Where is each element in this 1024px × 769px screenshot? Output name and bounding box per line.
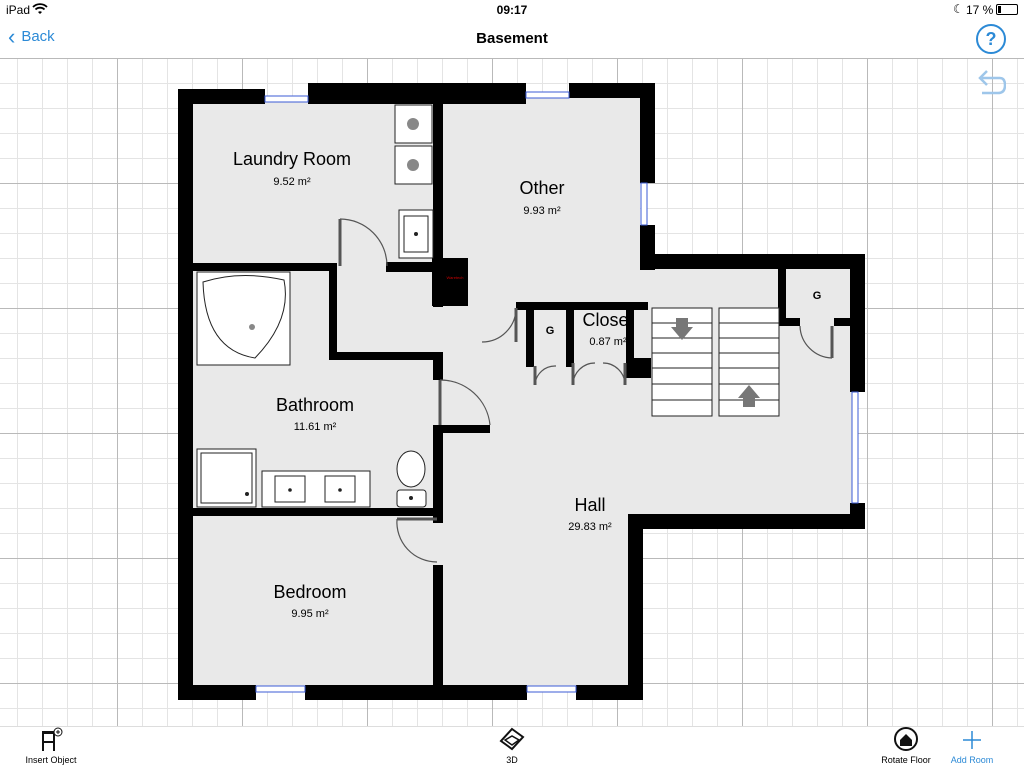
room-other[interactable]: Other 9.93 m² (519, 178, 564, 217)
room-name: Bedroom (273, 582, 346, 602)
room-name: Closet (582, 310, 633, 330)
undo-icon[interactable] (976, 66, 1007, 101)
chair-plus-icon (42, 727, 63, 751)
room-area: 9.95 m² (291, 608, 329, 620)
sink-icon[interactable] (398, 209, 434, 259)
stairs-down[interactable] (651, 307, 713, 417)
room-name: Laundry Room (233, 149, 351, 169)
plus-icon (963, 731, 981, 749)
floor-plan[interactable]: Waretech Laundry Room 9.52 m² Other 9.93… (0, 0, 1024, 768)
room-hall[interactable]: Hall 29.83 m² (568, 495, 612, 533)
insert-object-label: Insert Object (25, 755, 77, 765)
bottom-toolbar: Insert Object 3D Rotate Floor Add Room (0, 726, 1024, 769)
rotate-floor-label: Rotate Floor (881, 755, 931, 765)
toilet-icon[interactable] (396, 450, 427, 508)
double-vanity-icon[interactable] (261, 470, 371, 508)
room-area: 9.93 m² (523, 205, 561, 217)
water-heater[interactable]: Waretech (443, 258, 468, 304)
room-area: 9.52 m² (273, 176, 311, 188)
insert-object-button[interactable]: Insert Object (20, 727, 82, 765)
dryer-icon[interactable] (394, 145, 433, 185)
room-area: 11.61 m² (294, 421, 337, 433)
add-room-button[interactable]: Add Room (946, 727, 998, 765)
cube-icon (499, 727, 525, 751)
rotate-floor-button[interactable]: Rotate Floor (876, 727, 936, 765)
3d-view-button[interactable]: 3D (496, 727, 528, 765)
room-area: 29.83 m² (568, 521, 612, 533)
washing-machine-icon[interactable] (394, 104, 433, 144)
room-area: 0.87 m² (589, 336, 627, 348)
room-closet[interactable]: Closet 0.87 m² (582, 310, 633, 348)
stairs-up[interactable] (718, 307, 780, 417)
bathtub-icon[interactable] (196, 271, 291, 366)
shower-icon[interactable] (196, 448, 257, 508)
add-room-label: Add Room (950, 755, 994, 765)
room-name: Hall (574, 495, 605, 515)
room-name: Bathroom (276, 395, 354, 415)
storage-g-label: G (813, 290, 822, 302)
closet-g-label: G (546, 325, 555, 337)
3d-label: 3D (506, 755, 518, 765)
water-heater-label: Waretech (447, 275, 464, 280)
room-name: Other (519, 178, 564, 198)
rotate-house-icon (894, 727, 918, 751)
